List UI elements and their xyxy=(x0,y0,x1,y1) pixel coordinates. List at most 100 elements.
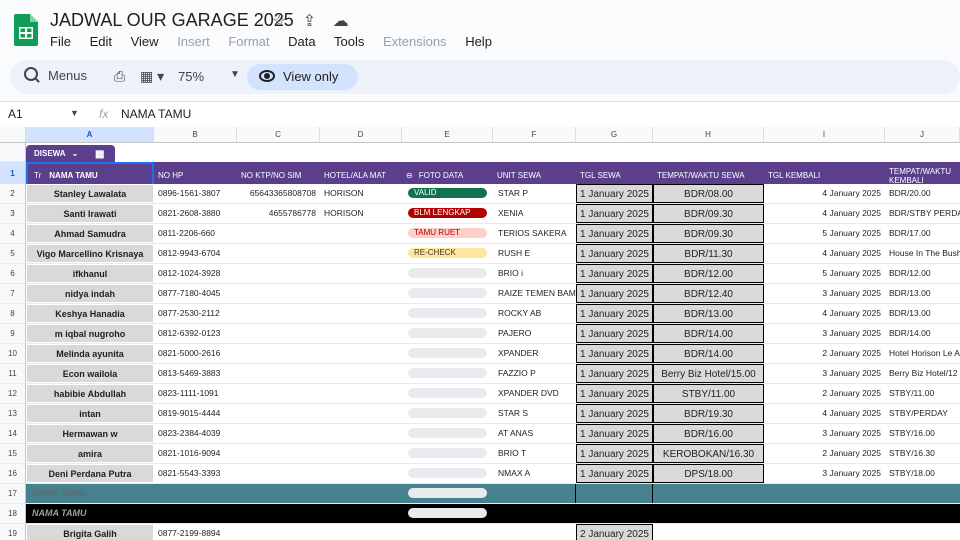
cell-nama-tamu[interactable]: Econ wailola xyxy=(26,364,154,383)
cell-tempat-sewa[interactable]: BDR/19.30 xyxy=(653,404,764,423)
cell-hotel[interactable] xyxy=(324,464,402,483)
column-header-f[interactable]: F xyxy=(493,127,576,142)
cell-no-ktp[interactable] xyxy=(237,404,320,423)
row-header[interactable]: 2 xyxy=(0,184,26,204)
cell-nama-tamu[interactable]: Ahmad Samudra xyxy=(26,224,154,243)
cell-no-hp[interactable]: 0823-1111-1091 xyxy=(158,384,238,403)
column-header-e[interactable]: E xyxy=(402,127,493,142)
cell-hotel[interactable] xyxy=(324,324,402,343)
table-row[interactable]: Keshya Hanadia 0877-2530-2112 ROCKY AB 1 Ja… xyxy=(26,304,960,324)
table-row[interactable]: Santi Irawati 0821-2608-3880 4655786778 HOR… xyxy=(26,204,960,224)
foto-data-dropdown[interactable] xyxy=(408,428,487,438)
header-unit-sewa[interactable]: UNIT SEWA xyxy=(493,162,576,186)
cell-hotel[interactable] xyxy=(324,384,402,403)
cell-no-ktp[interactable] xyxy=(237,424,320,443)
cell-tgl-kembali[interactable]: 3 January 2025 xyxy=(764,324,885,343)
cell-no-hp[interactable]: 0877-2530-2112 xyxy=(158,304,238,323)
cell-nama-tamu[interactable]: Melinda ayunita xyxy=(26,344,154,363)
cell-foto-data[interactable] xyxy=(402,264,493,283)
cell-unit-sewa[interactable]: NMAX A xyxy=(498,464,576,483)
cell-tgl-kembali[interactable]: 4 January 2025 xyxy=(764,184,885,203)
cell-no-ktp[interactable] xyxy=(237,464,320,483)
header-nama-tamu[interactable]: Tr NAMA TAMU xyxy=(26,162,154,186)
formula-content[interactable]: NAMA TAMU xyxy=(121,107,191,121)
cell-no-ktp[interactable] xyxy=(237,264,320,283)
cell-unit-sewa[interactable]: STAR S xyxy=(498,404,576,423)
cell-tgl-kembali[interactable]: 2 January 2025 xyxy=(764,344,885,363)
cell-tempat-kembali[interactable]: STBY/PERDAY xyxy=(889,404,960,423)
cell-hotel[interactable] xyxy=(324,304,402,323)
table-row[interactable]: intan 0819-9015-4444 STAR S1 January 2025 B… xyxy=(26,404,960,424)
cell-no-hp[interactable]: 0896-1561-3807 xyxy=(158,184,238,203)
cell-tempat-kembali[interactable]: BDR/STBY PERDA xyxy=(889,204,960,223)
select-all-corner[interactable] xyxy=(0,127,26,142)
row-header-1[interactable]: 1 xyxy=(0,162,26,186)
cell-hotel[interactable] xyxy=(324,344,402,363)
foto-data-dropdown[interactable] xyxy=(408,468,487,478)
column-header-g[interactable]: G xyxy=(576,127,653,142)
cell-foto-data[interactable] xyxy=(402,344,493,363)
header-foto-data[interactable]: ⊖ FOTO DATA xyxy=(402,162,493,186)
cell-no-hp[interactable]: 0812-1024-3928 xyxy=(158,264,238,283)
chevron-down-icon[interactable]: ▼ xyxy=(230,69,240,80)
table-row[interactable]: Brigita Galih 0877-2199-8894 2 January 2… xyxy=(26,524,960,540)
foto-data-dropdown[interactable]: BLM LENGKAP xyxy=(408,208,487,218)
table-row-separator-teal[interactable]: NAMA TAMU xyxy=(26,484,960,504)
foto-data-dropdown[interactable]: RE-CHECK xyxy=(408,248,487,258)
cell-no-ktp[interactable] xyxy=(237,244,320,263)
cell-tgl-kembali[interactable]: 2 January 2025 xyxy=(764,384,885,403)
zoom-select[interactable]: 75% xyxy=(178,69,204,84)
cell-no-hp[interactable]: 0811-2206-660 xyxy=(158,224,238,243)
cell-nama-tamu[interactable]: ifkhanul xyxy=(26,264,154,283)
row-header[interactable]: 6 xyxy=(0,264,26,284)
cell-tgl-sewa[interactable]: 1 January 2025 xyxy=(576,224,653,243)
cell-unit-sewa[interactable]: FAZZIO P xyxy=(498,364,576,383)
cell-no-hp[interactable]: 0823-2384-4039 xyxy=(158,424,238,443)
foto-data-dropdown[interactable] xyxy=(408,388,487,398)
row-header-17[interactable]: 17 xyxy=(0,484,26,504)
cell-unit-sewa[interactable]: RAIZE TEMEN BAM xyxy=(498,284,576,303)
row-header[interactable]: 16 xyxy=(0,464,26,484)
menu-tools[interactable]: Tools xyxy=(334,34,364,49)
column-header-c[interactable]: C xyxy=(237,127,320,142)
cell-tempat-kembali[interactable]: BDR/12.00 xyxy=(889,264,960,283)
cell-foto-data[interactable] xyxy=(402,464,493,483)
cell-nama-tamu[interactable]: Vigo Marcellino Krisnaya xyxy=(26,244,154,263)
cell-tempat-kembali[interactable]: STBY/18.00 xyxy=(889,464,960,483)
header-no-hp[interactable]: NO HP xyxy=(154,162,237,186)
cell-tempat-sewa[interactable]: BDR/16.00 xyxy=(653,424,764,443)
cell-foto-data[interactable] xyxy=(402,404,493,423)
cell-tgl-kembali[interactable]: 4 January 2025 xyxy=(764,304,885,323)
cell-tempat-kembali[interactable]: BDR/13.00 xyxy=(889,304,960,323)
cell-no-ktp[interactable] xyxy=(237,304,320,323)
cell-foto-data[interactable] xyxy=(402,304,493,323)
table-format-icon[interactable]: ▦ ▾ xyxy=(140,68,164,85)
foto-data-dropdown[interactable] xyxy=(408,368,487,378)
foto-data-dropdown[interactable]: VALID xyxy=(408,188,487,198)
foto-data-dropdown[interactable] xyxy=(408,288,487,298)
row-header[interactable]: 14 xyxy=(0,424,26,444)
cell-tempat-kembali[interactable]: STBY/11.00 xyxy=(889,384,960,403)
cell-tgl-kembali[interactable]: 4 January 2025 xyxy=(764,244,885,263)
header-tgl-sewa[interactable]: TGL SEWA xyxy=(576,162,653,186)
cell-tgl-kembali[interactable]: 5 January 2025 xyxy=(764,264,885,283)
menus-search[interactable]: Menus xyxy=(24,67,87,83)
cell-foto-data[interactable] xyxy=(402,364,493,383)
cell-nama-tamu[interactable]: Brigita Galih xyxy=(26,524,154,540)
header-tempat-sewa[interactable]: TEMPAT/WAKTU SEWA xyxy=(653,162,764,186)
cell-tempat-kembali[interactable]: BDR/13.00 xyxy=(889,284,960,303)
menu-help[interactable]: Help xyxy=(465,34,492,49)
cell-tgl-kembali[interactable]: 3 January 2025 xyxy=(764,364,885,383)
table-row[interactable]: nidya indah 0877-7180-4045 RAIZE TEMEN BAM… xyxy=(26,284,960,304)
cell-foto-data[interactable]: RE-CHECK xyxy=(402,244,493,263)
cell-tempat-sewa[interactable]: BDR/14.00 xyxy=(653,344,764,363)
column-header-d[interactable]: D xyxy=(320,127,402,142)
cell-unit-sewa[interactable]: XPANDER DVD xyxy=(498,384,576,403)
foto-data-dropdown[interactable] xyxy=(408,448,487,458)
cell-no-hp[interactable]: 0877-2199-8894 xyxy=(158,524,238,540)
cell-tempat-sewa[interactable]: KEROBOKAN/16.30 xyxy=(653,444,764,463)
cell-tgl-sewa[interactable]: 1 January 2025 xyxy=(576,244,653,263)
cell-nama-tamu[interactable]: Stanley Lawalata xyxy=(26,184,154,203)
cell-tempat-sewa[interactable]: BDR/13.00 xyxy=(653,304,764,323)
cell-no-ktp[interactable] xyxy=(237,364,320,383)
